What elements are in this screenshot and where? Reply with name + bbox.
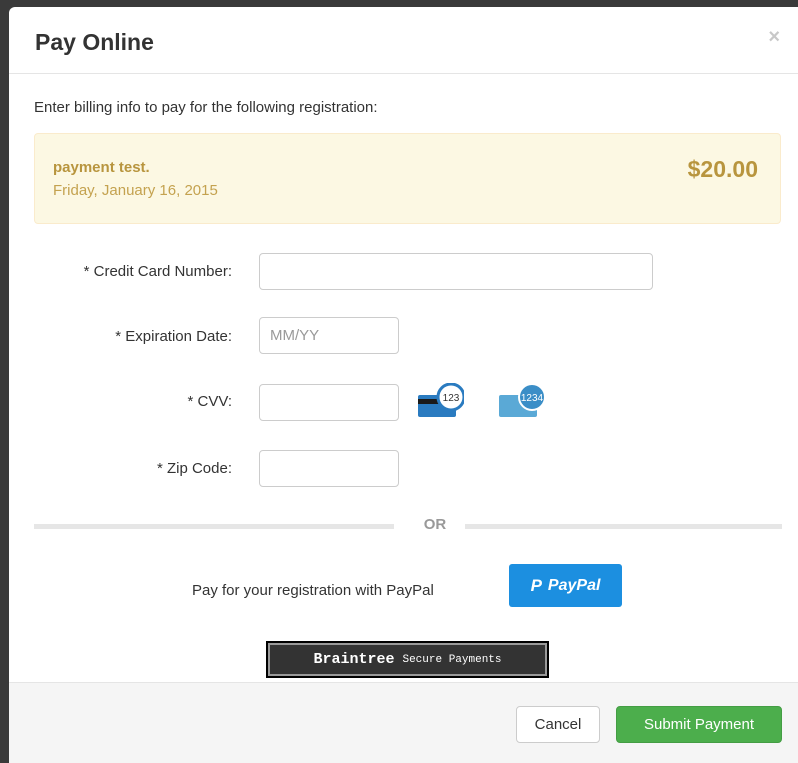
zip-label: * Zip Code: (156, 460, 232, 477)
or-label: OR (423, 516, 447, 533)
cvv-input[interactable] (259, 384, 399, 421)
card-number-label: * Credit Card Number: (83, 263, 232, 280)
paypal-logo-icon: P (530, 575, 542, 595)
braintree-badge: Braintree Secure Payments (266, 641, 549, 678)
registration-date: Friday, January 16, 2015 (53, 182, 218, 199)
modal-title: Pay Online (35, 29, 154, 55)
registration-amount: $20.00 (687, 156, 758, 182)
card-number-input[interactable] (259, 253, 653, 290)
braintree-name: Braintree (313, 651, 395, 668)
registration-summary: payment test. Friday, January 16, 2015 $… (34, 133, 781, 224)
modal-header: Pay Online × (9, 7, 798, 74)
paypal-prompt: Pay for your registration with PayPal (192, 582, 434, 599)
cvv-card-front-icon: 1234 (499, 383, 545, 417)
close-icon[interactable]: × (768, 27, 780, 47)
cvv-label: * CVV: (187, 393, 232, 410)
expiration-input[interactable] (259, 317, 399, 354)
zip-input[interactable] (259, 450, 399, 487)
submit-payment-button[interactable]: Submit Payment (616, 706, 782, 743)
braintree-subtitle: Secure Payments (402, 653, 502, 666)
cancel-button[interactable]: Cancel (516, 706, 600, 743)
paypal-button-label: PayPal (547, 576, 601, 594)
modal-footer: Cancel Submit Payment (9, 682, 798, 763)
registration-name: payment test. (53, 159, 150, 176)
divider-left (34, 524, 394, 529)
expiration-label: * Expiration Date: (115, 328, 232, 345)
cvv-back-digits: 123 (443, 393, 460, 404)
pay-online-modal: Pay Online × Enter billing info to pay f… (9, 7, 798, 763)
cvv-card-back-icon: 123 (418, 383, 464, 417)
divider-right (465, 524, 782, 529)
cvv-front-digits: 1234 (521, 393, 544, 404)
paypal-button[interactable]: P PayPal (509, 564, 622, 607)
intro-text: Enter billing info to pay for the follow… (34, 99, 378, 116)
